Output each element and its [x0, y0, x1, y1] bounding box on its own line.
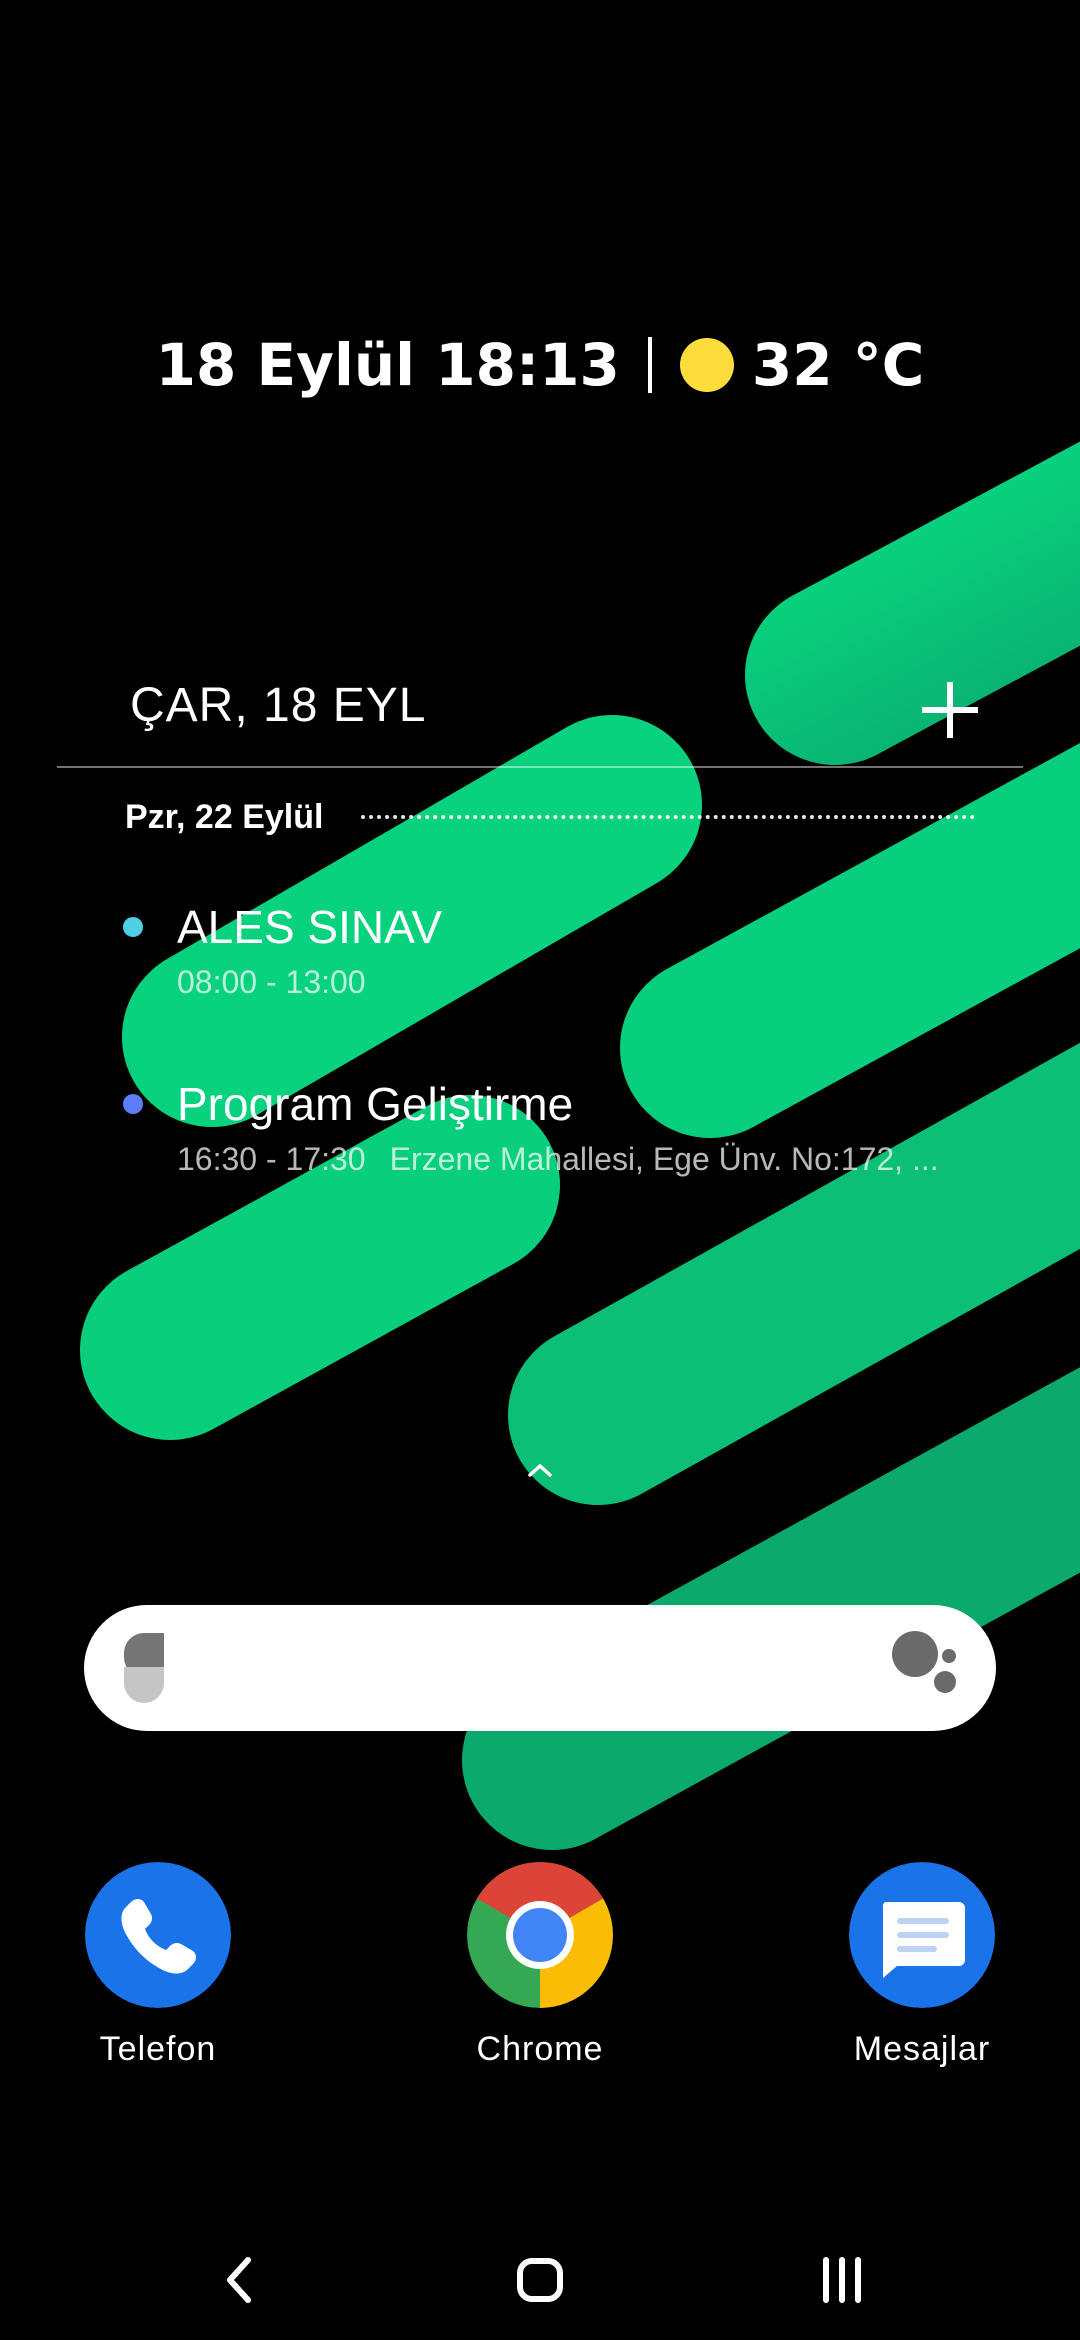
event-title: Program Geliştirme — [177, 1078, 574, 1130]
date-time-label: 18 Eylül 18:13 — [155, 331, 620, 399]
event-color-dot — [123, 1094, 143, 1114]
calendar-event[interactable]: ALES SINAV 08:00 - 13:00 — [120, 900, 980, 1010]
messages-icon[interactable] — [849, 1862, 995, 2008]
event-time: 16:30 - 17:30 — [177, 1141, 366, 1177]
calendar-day-row: Pzr, 22 Eylül — [125, 792, 975, 842]
event-title: ALES SINAV — [177, 901, 443, 953]
dock-app-chrome[interactable]: Chrome — [440, 1862, 640, 2092]
phone-icon[interactable] — [85, 1862, 231, 2008]
calendar-date: ÇAR, 18 EYL — [130, 679, 427, 732]
google-g-icon[interactable] — [124, 1633, 164, 1703]
event-time-row: 16:30 - 17:30 Erzene Mahallesi, Ege Ünv. … — [177, 1141, 939, 1178]
back-icon[interactable] — [200, 2245, 280, 2315]
separator — [647, 337, 652, 393]
chevron-up-icon[interactable] — [520, 1450, 560, 1490]
sun-icon — [679, 338, 734, 392]
recents-icon[interactable] — [802, 2245, 882, 2315]
home-icon[interactable] — [500, 2245, 580, 2315]
chrome-icon[interactable] — [467, 1862, 613, 2008]
calendar-widget-header[interactable]: ÇAR, 18 EYL — [57, 660, 1023, 768]
date-weather-row[interactable]: 18 Eylül 18:13 32 °C — [0, 320, 1080, 410]
event-time-row: 08:00 - 13:00 — [177, 964, 366, 1001]
event-color-dot — [123, 917, 143, 937]
dock-app-label: Chrome — [476, 2030, 604, 2068]
plus-icon[interactable] — [922, 682, 978, 738]
dock-app-label: Telefon — [99, 2030, 217, 2068]
temperature-label: 32 °C — [751, 331, 925, 399]
calendar-event[interactable]: Program Geliştirme 16:30 - 17:30 Erzene M… — [120, 1077, 980, 1187]
dotted-divider — [361, 815, 975, 819]
dock-app-messages[interactable]: Mesajlar — [822, 1862, 1022, 2092]
dock-app-phone[interactable]: Telefon — [58, 1862, 258, 2092]
google-assistant-icon[interactable] — [892, 1627, 972, 1707]
event-time: 08:00 - 13:00 — [177, 964, 366, 1000]
calendar-day-label: Pzr, 22 Eylül — [125, 797, 324, 836]
dock-app-label: Mesajlar — [853, 2030, 991, 2068]
event-location: Erzene Mahallesi, Ege Ünv. No:172, ... — [389, 1141, 939, 1177]
home-screen: 18 Eylül 18:13 32 °C ÇAR, 18 EYL Pzr, 22… — [0, 0, 1080, 2340]
google-search-bar[interactable] — [84, 1605, 996, 1731]
